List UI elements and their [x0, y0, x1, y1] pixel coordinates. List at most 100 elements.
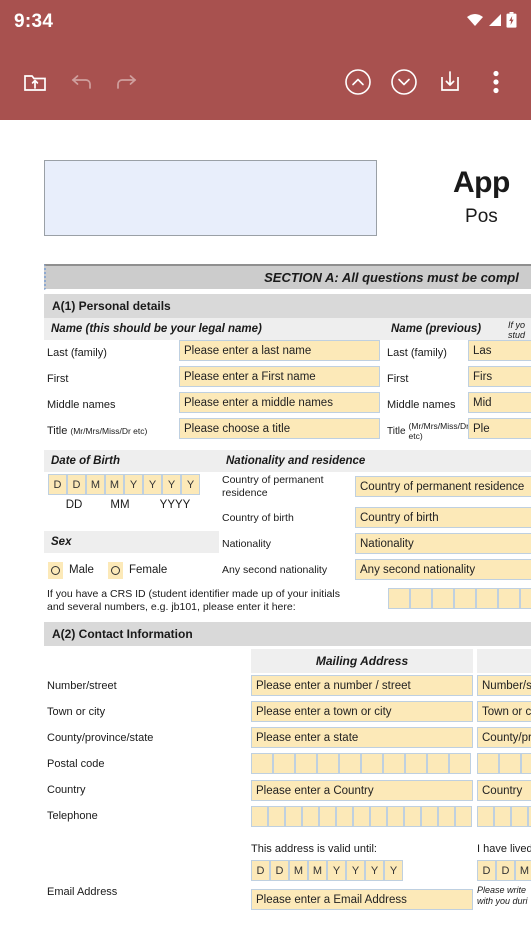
dob-box-y3[interactable]: Y	[162, 474, 181, 495]
telephone-mailing-box-4[interactable]	[302, 806, 319, 827]
postal-mailing-box-3[interactable]	[295, 753, 317, 774]
input-email-address[interactable]: Please enter a Email Address	[251, 889, 473, 910]
postal-mailing-box-7[interactable]	[383, 753, 405, 774]
telephone-mailing-box-3[interactable]	[285, 806, 302, 827]
dob-box-d2[interactable]: D	[67, 474, 86, 495]
radio-option-female[interactable]: Female	[107, 558, 167, 582]
undo-button[interactable]	[58, 59, 104, 105]
postal-mailing-box-6[interactable]	[361, 753, 383, 774]
input-previous-middle-names[interactable]: Mid	[468, 392, 531, 413]
crs-id-box-5[interactable]	[476, 588, 498, 609]
telephone-mailing-box-13[interactable]	[455, 806, 472, 827]
input-home-country[interactable]: Country	[477, 780, 531, 801]
postal-home-box-2[interactable]	[499, 753, 521, 774]
dob-box-y1[interactable]: Y	[124, 474, 143, 495]
valid-until-box-y3[interactable]: Y	[365, 860, 384, 881]
postal-mailing-box-1[interactable]	[251, 753, 273, 774]
previous-field-button[interactable]	[335, 59, 381, 105]
valid-until-box-d2[interactable]: D	[270, 860, 289, 881]
dob-box-m1[interactable]: M	[86, 474, 105, 495]
telephone-mailing-box-2[interactable]	[268, 806, 285, 827]
telephone-home-box-1[interactable]	[477, 806, 494, 827]
postal-code-mailing-boxes[interactable]	[251, 753, 473, 774]
valid-until-box-y2[interactable]: Y	[346, 860, 365, 881]
valid-until-box-y4[interactable]: Y	[384, 860, 403, 881]
save-download-button[interactable]	[427, 59, 473, 105]
input-last-name[interactable]: Please enter a last name	[179, 340, 380, 361]
input-previous-first-name[interactable]: Firs	[468, 366, 531, 387]
label-sub: (Mr/Mrs/Miss/Dr etc)	[70, 426, 148, 436]
telephone-mailing-box-8[interactable]	[370, 806, 387, 827]
input-previous-last-name[interactable]: Las	[468, 340, 531, 361]
redo-button[interactable]	[104, 59, 150, 105]
crs-id-box-1[interactable]	[388, 588, 410, 609]
input-mailing-number-street[interactable]: Please enter a number / street	[251, 675, 473, 696]
select-title[interactable]: Please choose a title	[179, 418, 380, 439]
dob-box-d1[interactable]: D	[48, 474, 67, 495]
telephone-mailing-boxes[interactable]	[251, 806, 473, 827]
input-first-name[interactable]: Please enter a First name	[179, 366, 380, 387]
radio-female-icon[interactable]	[107, 561, 123, 579]
dob-box-y4[interactable]: Y	[181, 474, 200, 495]
caption-name-note-line1: If yo	[508, 320, 526, 330]
crs-id-box-6[interactable]	[498, 588, 520, 609]
telephone-mailing-box-6[interactable]	[336, 806, 353, 827]
postal-home-box-3[interactable]	[521, 753, 531, 774]
postal-mailing-box-4[interactable]	[317, 753, 339, 774]
input-mailing-county-state[interactable]: Please enter a state	[251, 727, 473, 748]
postal-mailing-box-10[interactable]	[449, 753, 471, 774]
input-home-number-street[interactable]: Number/str	[477, 675, 531, 696]
telephone-mailing-box-1[interactable]	[251, 806, 268, 827]
telephone-mailing-box-7[interactable]	[353, 806, 370, 827]
dob-box-m2[interactable]: M	[105, 474, 124, 495]
overflow-menu-button[interactable]	[473, 59, 519, 105]
valid-until-box-y1[interactable]: Y	[327, 860, 346, 881]
crs-id-boxes[interactable]	[388, 588, 531, 609]
postal-home-box-1[interactable]	[477, 753, 499, 774]
input-home-town-city[interactable]: Town or cit	[477, 701, 531, 722]
telephone-home-boxes[interactable]	[477, 806, 531, 827]
valid-until-box-m2[interactable]: M	[308, 860, 327, 881]
input-home-county-state[interactable]: County/pro	[477, 727, 531, 748]
input-country-of-birth[interactable]: Country of birth	[355, 507, 531, 528]
valid-until-box-d1[interactable]: D	[251, 860, 270, 881]
postal-code-home-boxes[interactable]	[477, 753, 531, 774]
lived-box-d2[interactable]: D	[496, 860, 515, 881]
input-country-permanent-residence[interactable]: Country of permanent residence	[355, 476, 531, 497]
caption-sex: Sex	[44, 531, 219, 553]
select-previous-title[interactable]: Ple	[468, 418, 531, 439]
crs-id-box-7[interactable]	[520, 588, 531, 609]
dob-box-y2[interactable]: Y	[143, 474, 162, 495]
input-second-nationality[interactable]: Any second nationality	[355, 559, 531, 580]
input-middle-names[interactable]: Please enter a middle names	[179, 392, 380, 413]
postal-mailing-box-5[interactable]	[339, 753, 361, 774]
input-mailing-town-city[interactable]: Please enter a town or city	[251, 701, 473, 722]
valid-until-box-m1[interactable]: M	[289, 860, 308, 881]
crs-id-box-4[interactable]	[454, 588, 476, 609]
telephone-mailing-box-12[interactable]	[438, 806, 455, 827]
valid-until-boxes[interactable]: D D M M Y Y Y Y	[251, 860, 473, 881]
dob-boxes[interactable]: D D M M Y Y Y Y	[44, 472, 219, 495]
crs-id-box-3[interactable]	[432, 588, 454, 609]
input-nationality[interactable]: Nationality	[355, 533, 531, 554]
telephone-home-box-2[interactable]	[494, 806, 511, 827]
pdf-document-viewport[interactable]: App Pos SECTION A: All questions must be…	[0, 120, 531, 944]
telephone-mailing-box-5[interactable]	[319, 806, 336, 827]
postal-mailing-box-2[interactable]	[273, 753, 295, 774]
lived-since-boxes[interactable]: D D M	[477, 860, 531, 881]
open-folder-button[interactable]	[12, 59, 58, 105]
telephone-mailing-box-10[interactable]	[404, 806, 421, 827]
crs-id-box-2[interactable]	[410, 588, 432, 609]
postal-mailing-box-8[interactable]	[405, 753, 427, 774]
radio-option-male[interactable]: Male	[48, 558, 94, 582]
label-last-family: Last (family)	[44, 340, 179, 366]
telephone-mailing-box-9[interactable]	[387, 806, 404, 827]
telephone-home-box-3[interactable]	[511, 806, 528, 827]
telephone-mailing-box-11[interactable]	[421, 806, 438, 827]
lived-box-m1[interactable]: M	[515, 860, 531, 881]
lived-box-d1[interactable]: D	[477, 860, 496, 881]
input-mailing-country[interactable]: Please enter a Country	[251, 780, 473, 801]
postal-mailing-box-9[interactable]	[427, 753, 449, 774]
next-field-button[interactable]	[381, 59, 427, 105]
radio-male-icon[interactable]	[48, 561, 63, 579]
